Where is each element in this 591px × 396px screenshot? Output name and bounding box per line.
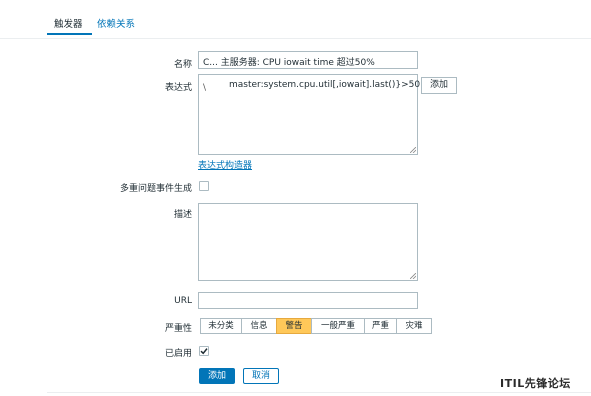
resize-handle-icon[interactable]: [410, 147, 416, 153]
expression-builder-link[interactable]: 表达式构造器: [198, 158, 252, 171]
severity-average[interactable]: 一般严重: [311, 318, 365, 334]
name-label: 名称: [173, 60, 192, 70]
enabled-label: 已启用: [164, 349, 192, 359]
watermark-text: ITIL先锋论坛: [500, 377, 571, 390]
expression-prefix: \: [203, 83, 207, 93]
tab-dependencies[interactable]: 依赖关系: [97, 16, 135, 30]
name-input-value: C... 主服务器: CPU iowait time 超过50%: [203, 58, 375, 68]
name-input[interactable]: C... 主服务器: CPU iowait time 超过50%: [198, 51, 418, 69]
description-textarea[interactable]: [198, 203, 418, 281]
description-label: 描述: [173, 210, 192, 220]
submit-add-button[interactable]: 添加: [199, 368, 235, 384]
expression-textarea[interactable]: \ master:system.cpu.util[,iowait].last()…: [198, 74, 421, 155]
multiple-events-label: 多重问题事件生成: [119, 184, 192, 194]
enabled-checkbox[interactable]: [199, 346, 209, 356]
severity-not-classified[interactable]: 未分类: [200, 318, 242, 334]
severity-warning[interactable]: 警告: [276, 318, 312, 334]
add-expression-button[interactable]: 添加: [421, 77, 457, 94]
severity-label: 严重性: [164, 324, 192, 334]
bottom-divider: [47, 392, 591, 393]
severity-disaster[interactable]: 灾难: [396, 318, 432, 334]
resize-handle-icon[interactable]: [410, 273, 416, 279]
tab-triggers[interactable]: 触发器: [47, 16, 91, 35]
url-label: URL: [174, 296, 192, 306]
severity-information[interactable]: 信息: [241, 318, 277, 334]
severity-high[interactable]: 严重: [364, 318, 397, 334]
url-input[interactable]: [198, 292, 418, 309]
cancel-button[interactable]: 取消: [243, 368, 279, 384]
tab-bar: 触发器 依赖关系: [0, 0, 591, 39]
expression-label: 表达式: [164, 83, 192, 93]
expression-value: master:system.cpu.util[,iowait].last()}>…: [229, 80, 421, 90]
checkmark-icon: [200, 348, 208, 355]
multiple-events-checkbox[interactable]: [199, 181, 209, 191]
